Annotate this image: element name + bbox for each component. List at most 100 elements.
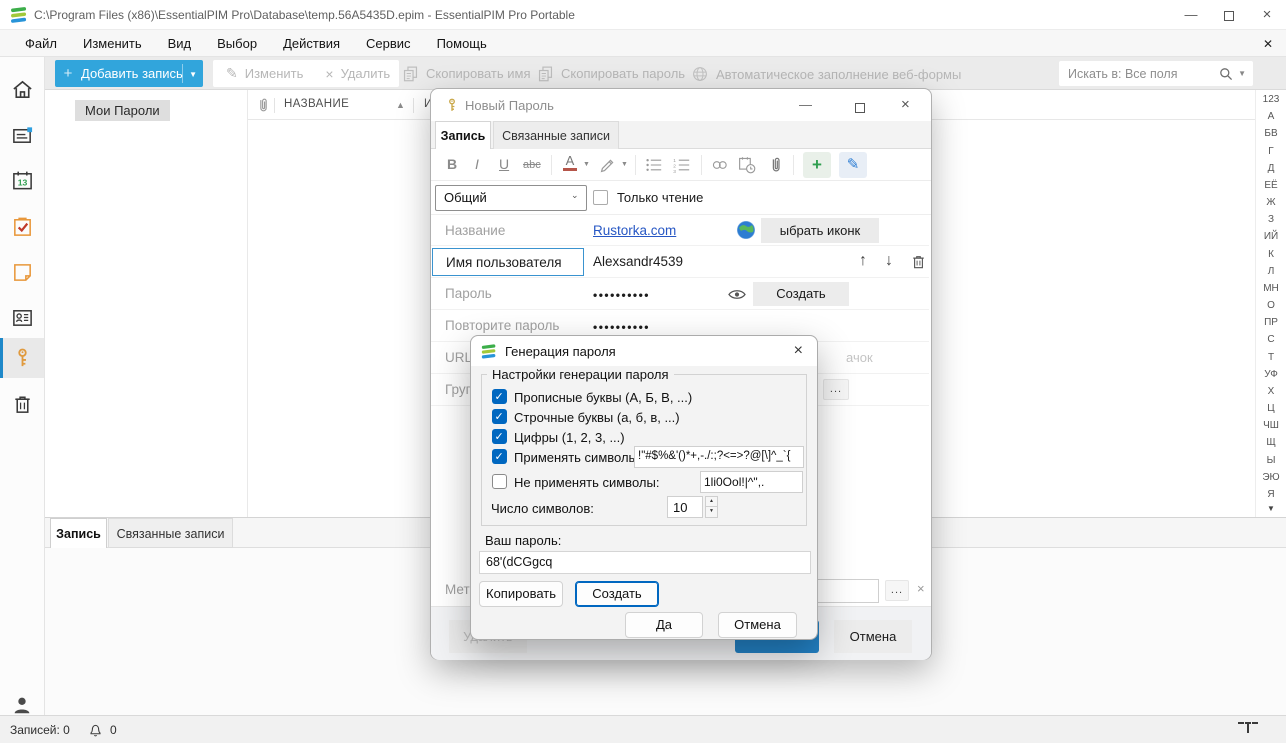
chevron-down-icon[interactable]: ▼: [189, 70, 197, 79]
alpha-item[interactable]: Ы: [1267, 455, 1276, 466]
dialog-minimize-button[interactable]: —: [799, 97, 812, 112]
generator-close-button[interactable]: ×: [794, 342, 803, 360]
bold-button[interactable]: B: [447, 156, 457, 172]
font-color-button[interactable]: A: [563, 153, 577, 171]
italic-button[interactable]: I: [475, 156, 479, 172]
menu-file[interactable]: Файл: [12, 30, 70, 57]
alpha-item[interactable]: Г: [1268, 146, 1273, 157]
add-field-button[interactable]: +: [803, 152, 831, 178]
alpha-item[interactable]: Ж: [1266, 197, 1275, 208]
bullet-list-button[interactable]: [645, 157, 663, 173]
alpha-item[interactable]: 123: [1263, 94, 1280, 105]
alpha-item[interactable]: ЕЁ: [1264, 180, 1277, 191]
menu-edit[interactable]: Изменить: [70, 30, 155, 57]
rail-item-contacts[interactable]: [0, 297, 44, 337]
search-input[interactable]: Искать в: Все поля ▼: [1059, 61, 1253, 86]
underline-button[interactable]: U: [499, 156, 509, 172]
exclude-symbols-input[interactable]: 1li0Ool!|^",.: [700, 471, 803, 493]
choose-icon-button[interactable]: ыбрать иконк: [761, 218, 879, 243]
alpha-item[interactable]: ИЙ: [1264, 231, 1278, 242]
dialog-tab-record[interactable]: Запись: [435, 121, 491, 149]
highlight-button[interactable]: [599, 157, 616, 174]
insert-text-icon[interactable]: [1238, 722, 1258, 733]
link-icon[interactable]: [711, 157, 729, 173]
lowercase-checkbox[interactable]: [492, 409, 507, 424]
menu-help[interactable]: Помощь: [424, 30, 500, 57]
generator-ok-button[interactable]: Да: [625, 612, 703, 638]
alpha-item[interactable]: Х: [1268, 386, 1275, 397]
symbols-input[interactable]: !"#$%&'()*+,-./:;?<=>?@[\]^_`{: [634, 446, 804, 468]
rail-item-trash[interactable]: [0, 384, 44, 424]
generator-cancel-button[interactable]: Отмена: [718, 612, 797, 638]
delete-field-icon[interactable]: [910, 253, 927, 271]
generated-password-input[interactable]: 68'(dCGgcq: [479, 551, 811, 574]
alpha-item[interactable]: МН: [1263, 283, 1279, 294]
alpha-item[interactable]: БВ: [1264, 128, 1277, 139]
copy-password-button[interactable]: Копировать: [479, 581, 563, 607]
tags-more-button[interactable]: ...: [885, 580, 909, 601]
rail-item-tasks[interactable]: [0, 206, 44, 246]
search-icon[interactable]: [1218, 66, 1234, 82]
edit-fields-button[interactable]: ✎: [839, 152, 867, 178]
close-button[interactable]: ×: [1244, 0, 1286, 30]
menu-select[interactable]: Выбор: [204, 30, 270, 57]
repeat-password-masked-value[interactable]: ••••••••••: [593, 320, 650, 334]
username-label-focused[interactable]: Имя пользователя: [432, 248, 584, 276]
search-options-chevron-icon[interactable]: ▼: [1238, 69, 1246, 78]
regenerate-button[interactable]: Создать: [575, 581, 659, 607]
tags-clear-icon[interactable]: ×: [917, 581, 925, 596]
dialog-tab-related[interactable]: Связанные записи: [493, 121, 619, 149]
edit-button[interactable]: ✎ Изменить: [226, 65, 303, 82]
alpha-item[interactable]: Щ: [1266, 437, 1275, 448]
autofill-button[interactable]: Автоматическое заполнение веб-формы: [691, 65, 961, 83]
alpha-item[interactable]: С: [1267, 334, 1274, 345]
copy-password-button[interactable]: Скопировать пароль: [537, 65, 685, 82]
alpha-item[interactable]: ЭЮ: [1262, 472, 1279, 483]
rail-item-mail[interactable]: [0, 115, 44, 155]
add-record-button[interactable]: + Добавить запись ▼: [55, 60, 203, 87]
category-select[interactable]: Общий: [435, 185, 587, 211]
alpha-item[interactable]: Т: [1268, 352, 1274, 363]
alpha-item[interactable]: О: [1267, 300, 1275, 311]
move-down-icon[interactable]: ↓: [885, 252, 893, 270]
exclude-symbols-checkbox[interactable]: [492, 474, 507, 489]
copy-name-button[interactable]: Скопировать имя: [402, 65, 531, 82]
name-link[interactable]: Rustorka.com: [593, 223, 676, 238]
menu-actions[interactable]: Действия: [270, 30, 353, 57]
length-input[interactable]: 10: [667, 496, 703, 518]
alpha-item[interactable]: Л: [1268, 266, 1275, 277]
strikethrough-button[interactable]: abc: [523, 159, 541, 171]
font-color-chevron-icon[interactable]: ▼: [583, 161, 590, 168]
alpha-item[interactable]: ПР: [1264, 317, 1278, 328]
password-masked-value[interactable]: ••••••••••: [593, 288, 650, 302]
tab-related-records[interactable]: Связанные записи: [108, 518, 233, 548]
delete-button[interactable]: × Удалить: [325, 66, 390, 82]
alpha-item[interactable]: Ц: [1267, 403, 1274, 414]
column-header-name[interactable]: НАЗВАНИЕ: [284, 98, 349, 110]
alpha-item[interactable]: А: [1268, 111, 1275, 122]
paperclip-icon[interactable]: [769, 156, 783, 174]
username-value[interactable]: Alexsandr4539: [593, 254, 683, 269]
generate-password-button[interactable]: Создать: [753, 282, 849, 306]
alpha-item[interactable]: ЧШ: [1263, 420, 1279, 431]
sort-asc-icon[interactable]: ▲: [396, 100, 405, 110]
alpha-item[interactable]: Я: [1267, 489, 1274, 500]
length-spin-down-icon[interactable]: ▼: [705, 507, 718, 518]
attachment-column-icon[interactable]: [256, 97, 271, 113]
cancel-button[interactable]: Отмена: [834, 620, 912, 653]
menu-service[interactable]: Сервис: [353, 30, 424, 57]
alpha-item[interactable]: УФ: [1264, 369, 1278, 380]
tree-item-my-passwords[interactable]: Мои Пароли: [75, 100, 170, 121]
readonly-checkbox[interactable]: [593, 190, 608, 205]
rail-item-calendar[interactable]: 13: [0, 160, 44, 200]
calendar-clock-icon[interactable]: [738, 156, 756, 174]
alpha-item[interactable]: З: [1268, 214, 1274, 225]
alpha-item[interactable]: К: [1268, 249, 1274, 260]
rail-item-today[interactable]: [0, 69, 44, 109]
bell-icon[interactable]: [88, 722, 103, 738]
use-symbols-checkbox[interactable]: [492, 449, 507, 464]
dialog-close-button[interactable]: ×: [901, 96, 910, 113]
digits-checkbox[interactable]: [492, 429, 507, 444]
alpha-item[interactable]: Д: [1268, 163, 1275, 174]
tab-record[interactable]: Запись: [50, 518, 107, 548]
